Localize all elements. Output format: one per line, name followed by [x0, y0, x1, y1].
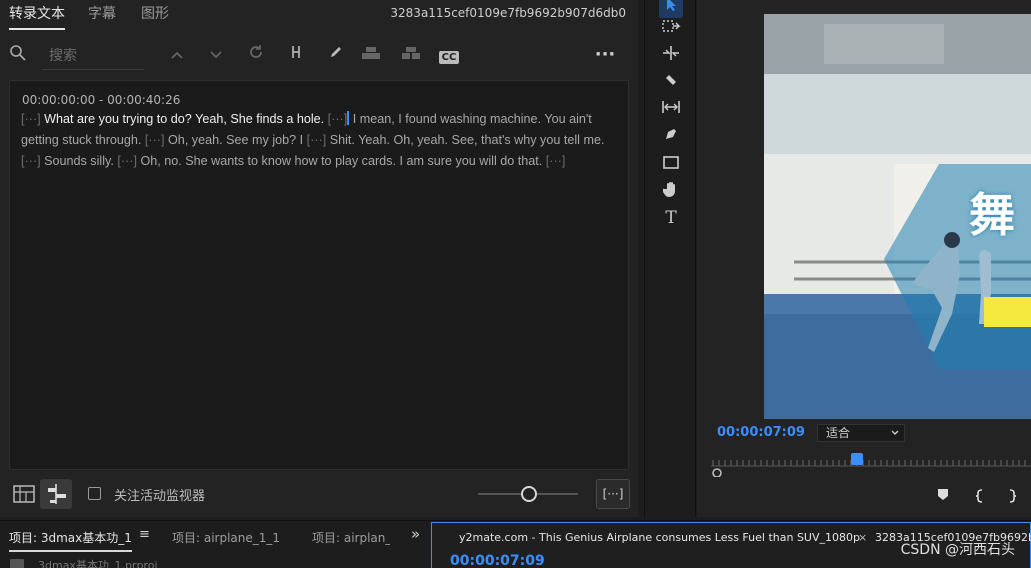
- gap-marker[interactable]: [···]: [145, 133, 165, 147]
- transcript-timecode-range: 00:00:00:00 - 00:00:40:26: [22, 93, 181, 107]
- speakers-icon[interactable]: [400, 44, 422, 66]
- transcript-content[interactable]: 00:00:00:00 - 00:00:40:26 [···] What are…: [9, 80, 629, 470]
- gap-marker[interactable]: [···]: [117, 154, 137, 168]
- follow-monitor-checkbox[interactable]: [88, 487, 101, 500]
- overflow-tabs-icon[interactable]: »: [411, 525, 420, 543]
- transcript-panel: 转录文本 字幕 图形 3283a115cef0109e7fb9692b907d6…: [0, 0, 638, 517]
- cc-label: CC: [438, 51, 460, 64]
- track-select-icon[interactable]: [659, 18, 683, 40]
- insert-into-timeline-icon[interactable]: [40, 479, 72, 509]
- program-monitor: 舞 00:00:07:09 适合: [697, 0, 1031, 517]
- mark-out-icon[interactable]: [1007, 488, 1017, 508]
- razor-icon[interactable]: [659, 72, 683, 94]
- pencil-icon[interactable]: [325, 44, 347, 66]
- marker-icon[interactable]: [937, 488, 949, 506]
- gap-marker[interactable]: [···]: [307, 133, 327, 147]
- menu-icon[interactable]: ≡: [139, 527, 150, 542]
- fit-dropdown-label: 适合: [826, 426, 851, 440]
- bottom-panels: 项目: 3dmax基本功_1 ≡ 项目: airplane_1_1 项目: ai…: [0, 520, 1031, 568]
- follow-monitor-label: 关注活动监视器: [114, 489, 206, 504]
- ripple-edit-icon[interactable]: [659, 45, 683, 67]
- timeline-timecode[interactable]: 00:00:07:09: [450, 553, 545, 568]
- zoom-slider-knob[interactable]: [521, 486, 537, 502]
- slip-icon[interactable]: [659, 99, 683, 121]
- transcript-segment[interactable]: What are you trying to do? Yeah, She fin…: [41, 112, 328, 126]
- tab-transcript[interactable]: 转录文本: [9, 0, 65, 30]
- tab-project-airplane-1[interactable]: 项目: airplan_1: [312, 529, 390, 546]
- transcript-footer: 关注活动监视器 [···]: [0, 477, 638, 513]
- chevron-down-icon: [890, 425, 900, 445]
- merge-icon[interactable]: [285, 44, 307, 66]
- project-file-name: 3dmax基本功_1.prproj: [38, 559, 158, 568]
- video-frame[interactable]: 舞: [764, 14, 1031, 419]
- gap-marker[interactable]: [···]: [21, 154, 41, 168]
- watermark-text: CSDN @河西石头: [900, 542, 1015, 558]
- tab-captions[interactable]: 字幕: [88, 0, 116, 30]
- mark-in-icon[interactable]: [975, 488, 985, 508]
- sequence-name: 3283a115cef0109e7fb9692b907d6db0: [390, 6, 626, 20]
- more-icon[interactable]: ···: [594, 44, 616, 66]
- monitor-playhead[interactable]: [851, 453, 863, 465]
- type-icon[interactable]: T: [659, 207, 683, 229]
- down-arrow-icon[interactable]: [205, 44, 227, 66]
- rectangle-icon[interactable]: [659, 153, 683, 175]
- speaker-icon[interactable]: [360, 44, 382, 66]
- gap-marker[interactable]: [···]: [546, 154, 566, 168]
- tab-project-airplane-1-1[interactable]: 项目: airplane_1_1: [172, 529, 280, 546]
- video-overlay-text: 舞: [969, 188, 1015, 242]
- monitor-timecode[interactable]: 00:00:07:09: [717, 425, 805, 440]
- search-input[interactable]: [42, 42, 144, 70]
- close-icon[interactable]: ×: [858, 531, 867, 544]
- transcript-segment[interactable]: Oh, yeah. See my job? I: [165, 133, 307, 147]
- show-gaps-button[interactable]: [···]: [596, 479, 630, 509]
- gap-marker[interactable]: [···]: [328, 112, 348, 126]
- search-toolbar: CC ···: [0, 40, 638, 72]
- transcript-paragraph[interactable]: [···] What are you trying to do? Yeah, S…: [21, 109, 613, 172]
- up-arrow-icon[interactable]: [166, 44, 188, 66]
- selection-tool-icon[interactable]: [659, 0, 683, 18]
- transcript-segment[interactable]: Shit. Yeah. Oh, yeah. See, that's why yo…: [326, 133, 605, 147]
- transcript-segment[interactable]: Sounds silly.: [41, 154, 118, 168]
- pen-icon[interactable]: [659, 126, 683, 148]
- tab-sequence-y2mate[interactable]: y2mate.com - This Genius Airplane consum…: [459, 531, 860, 544]
- hand-icon[interactable]: [659, 180, 683, 202]
- tools-panel: T: [644, 0, 696, 517]
- tab-graphics[interactable]: 图形: [141, 0, 169, 30]
- gap-marker[interactable]: [···]: [21, 112, 41, 126]
- tab-project-3dmax[interactable]: 项目: 3dmax基本功_1: [9, 529, 132, 552]
- monitor-time-ruler[interactable]: [711, 455, 1031, 478]
- folder-icon: [10, 559, 24, 568]
- cc-icon[interactable]: CC: [438, 44, 460, 66]
- refresh-icon[interactable]: [245, 44, 267, 66]
- search-icon[interactable]: [7, 44, 29, 66]
- fit-dropdown[interactable]: 适合: [817, 424, 905, 442]
- transcript-segment[interactable]: Oh, no. She wants to know how to play ca…: [137, 154, 546, 168]
- export-transcript-icon[interactable]: [12, 483, 36, 505]
